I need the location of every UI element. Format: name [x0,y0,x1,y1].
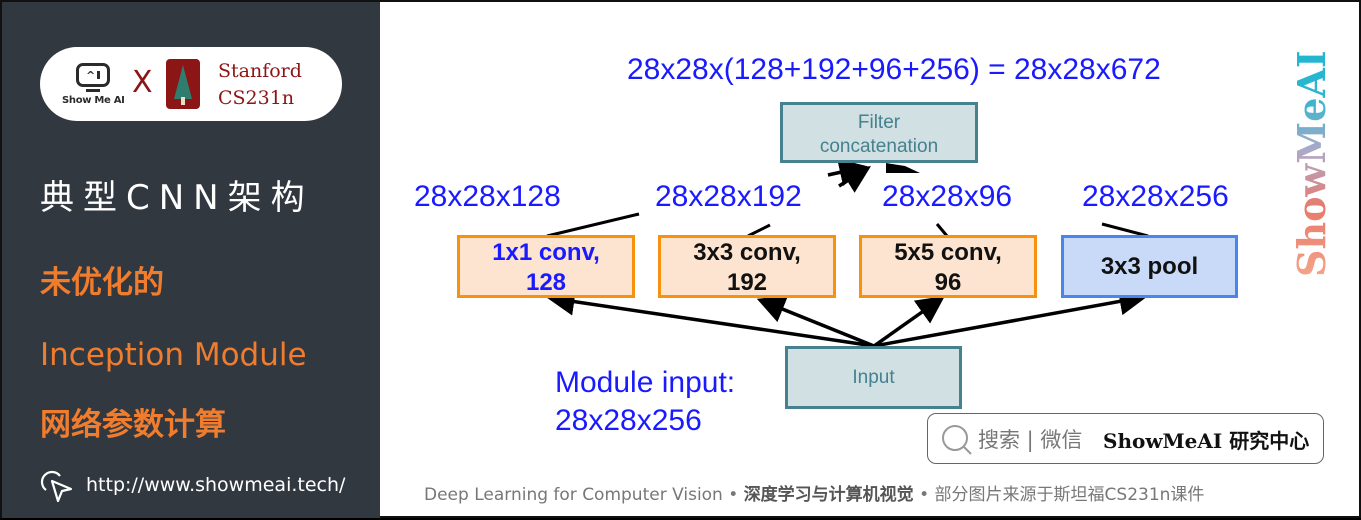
footer-course-en: Deep Learning for Computer Vision [424,485,723,505]
branch-3x3-conv: 3x3 conv, 192 [658,235,836,298]
arrow-to-concat-c [886,163,920,173]
input-box: Input [785,346,962,409]
arrow-input-to-1x1 [546,287,875,348]
footer-course-cn: 深度学习与计算机视觉 [743,485,914,505]
watermark-text: ShowMeAI [1289,50,1334,277]
branch-pool-label: 3x3 pool [1100,253,1199,280]
branch-5x5-conv: 5x5 conv, 96 [859,235,1037,298]
wechat-search-box[interactable]: 搜索 | 微信 ShowMeAI 研究中心 [927,413,1324,464]
arrow-input-to-pool [873,287,1148,348]
line-1x1-to-concat [546,212,640,238]
search-hint: 搜索 | 微信 [978,428,1083,452]
branch-1x1-filters: 128 [525,269,567,296]
branch-1x1-label: 1x1 conv, [492,239,600,266]
footer-source-note: 部分图片来源于斯坦福CS231n课件 [934,485,1205,505]
branch-3x3-pool: 3x3 pool [1061,235,1238,298]
filter-concatenation-box: Filter concatenation [780,102,978,163]
showmeai-vertical-watermark: ShowMeAI [1289,42,1334,277]
footer-separator: • [913,485,935,505]
module-input-dims: 28x28x256 [555,404,702,437]
output-label-3x3: 28x28x192 [655,180,802,213]
output-label-5x5: 28x28x96 [882,180,1013,213]
input-box-label: Input [852,367,895,388]
search-brand: ShowMeAI 研究中心 [1103,429,1310,453]
branch-1x1-conv: 1x1 conv, 128 [457,235,635,298]
slide-frame: ^ Show Me AI X Stanford CS231n 典型CNN架构 未… [0,0,1361,518]
footer-caption: Deep Learning for Computer Vision • 深度学习… [424,480,1204,505]
output-label-1x1: 28x28x128 [414,180,561,213]
module-input-label: Module input: 28x28x256 [555,364,735,440]
output-formula: 28x28x(128+192+96+256) = 28x28x672 [627,53,1161,86]
filter-concatenation-label: Filter concatenation [819,112,939,157]
module-input-title: Module input: [555,366,736,399]
branch-5x5-label: 5x5 conv, [894,239,1002,266]
branch-3x3-filters: 192 [726,269,768,296]
footer-separator: • [722,485,744,505]
output-label-pool: 28x28x256 [1082,180,1229,213]
branch-5x5-filters: 96 [934,269,962,296]
branch-3x3-label: 3x3 conv, [693,239,801,266]
search-icon [942,425,972,455]
